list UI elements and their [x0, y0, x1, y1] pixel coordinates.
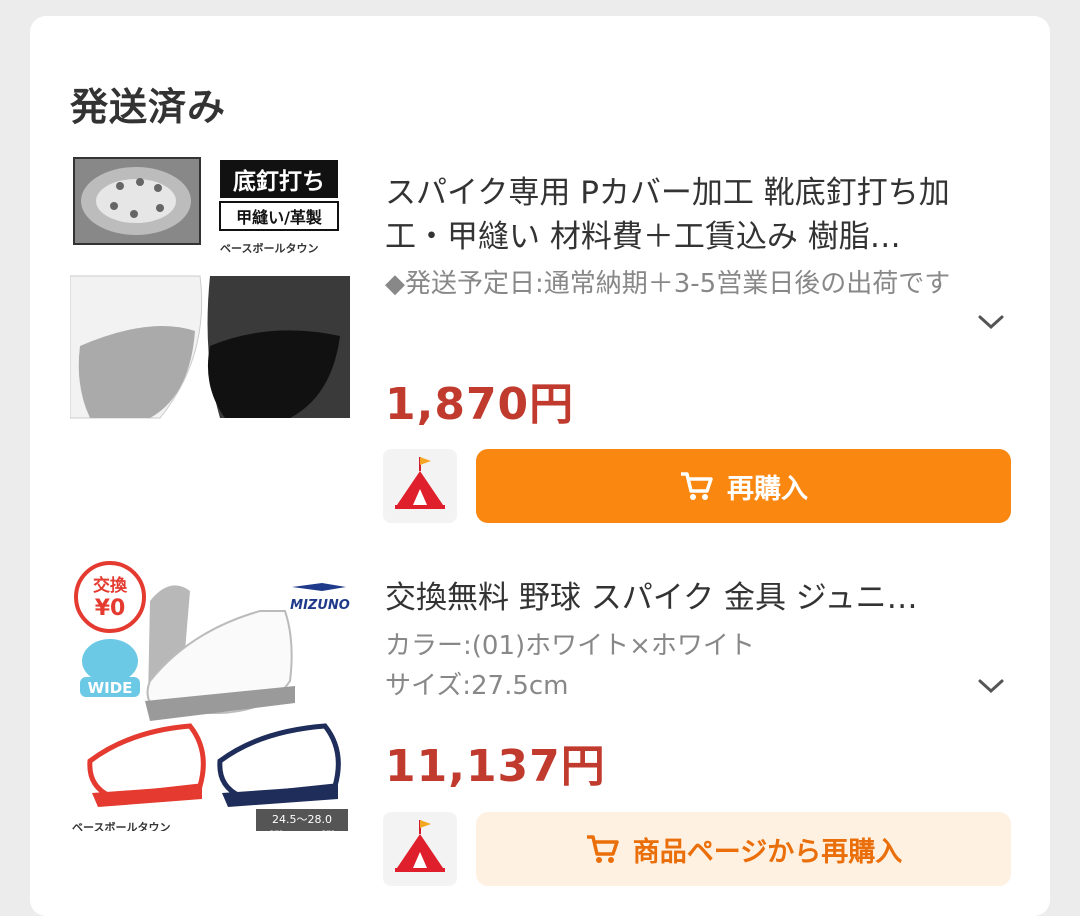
rebuy-button[interactable]: 再購入: [476, 449, 1011, 523]
thumb-size-unit: cm: [320, 828, 335, 831]
thumb-tag-line2: 甲縫い/革製: [236, 208, 322, 227]
thumb-brand: ベースボールタウン: [72, 820, 170, 831]
thumb-tag-line1: 底釘打ち: [233, 168, 325, 195]
thumb-badge-line2: ¥0: [95, 596, 126, 621]
thumb-size-unit: cm: [268, 828, 283, 831]
price: 11,137円: [385, 741, 606, 792]
rebuy-button-label: 商品ページから再購入: [632, 836, 903, 868]
section-title: 発送済み: [70, 85, 227, 129]
thumb-brand: ベースボールタウン: [220, 241, 318, 255]
shipped-orders-card: 発送済み 底釘打ち 甲縫い/革製 ベースボールタウン スパイク専用 Pカバー加工…: [30, 16, 1050, 916]
product-name[interactable]: スパイク専用 Pカバー加工 靴底釘打ち加工・甲縫い 材料費＋工賃込み 樹脂…: [385, 171, 985, 259]
rebuy-button-label: 再購入: [727, 473, 808, 505]
price: 1,870円: [385, 379, 575, 430]
thumb-size-range: 24.5～28.0: [272, 813, 332, 826]
shipping-note: ◆発送予定日:通常納期＋3-5営業日後の出荷です: [385, 269, 951, 299]
product-thumbnail[interactable]: 交換 ¥0 WIDE MIZUNO 24.5～28.0 ベースボールタウン: [70, 561, 350, 831]
variant-color: カラー:(01)ホワイト×ホワイト: [385, 631, 755, 661]
shop-tent-icon[interactable]: [383, 449, 457, 523]
shop-tent-icon[interactable]: [383, 812, 457, 886]
product-thumbnail[interactable]: 底釘打ち 甲縫い/革製 ベースボールタウン: [70, 156, 350, 426]
chevron-down-icon[interactable]: [976, 676, 1006, 696]
cart-icon: [586, 835, 619, 863]
variant-size: サイズ:27.5cm: [385, 671, 569, 701]
product-name[interactable]: 交換無料 野球 スパイク 金具 ジュニ…: [385, 576, 985, 620]
chevron-down-icon[interactable]: [976, 312, 1006, 332]
thumb-badge-line1: 交換: [93, 575, 128, 596]
thumb-wide: WIDE: [88, 679, 133, 697]
thumb-maker: MIZUNO: [290, 598, 350, 613]
cart-icon: [681, 472, 713, 500]
rebuy-from-product-page-button[interactable]: 商品ページから再購入: [476, 812, 1011, 886]
